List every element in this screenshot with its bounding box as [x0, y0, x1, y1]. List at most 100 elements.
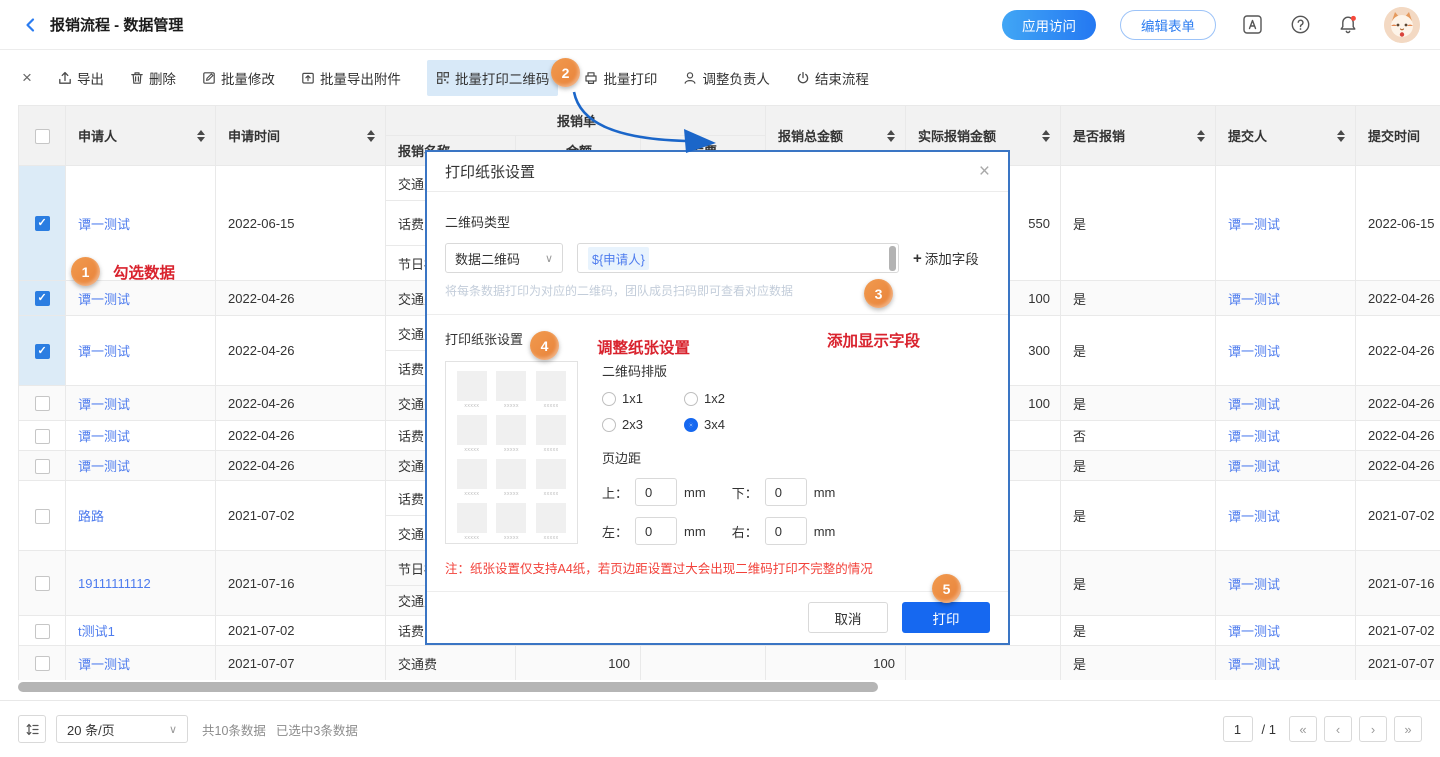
margin-top-input[interactable] [635, 478, 677, 506]
submitter-link[interactable]: 谭一测试 [1228, 577, 1280, 592]
submitter-link[interactable]: 谭一测试 [1228, 657, 1280, 672]
submitter-link[interactable]: 谭一测试 [1228, 344, 1280, 359]
submitter-link[interactable]: 谭一测试 [1228, 429, 1280, 444]
qr-type-label: 二维码类型 [445, 212, 990, 231]
print-paper-settings-dialog: 打印纸张设置 × 二维码类型 数据二维码 ∨ ${申请人} + 添加字段 将每条… [425, 150, 1010, 645]
toolbar-item-adjust-owner[interactable]: 调整负责人 [683, 68, 770, 88]
row-height-icon[interactable] [18, 715, 46, 743]
help-icon[interactable] [1288, 13, 1312, 37]
toolbar-item-batch-print-qrcode[interactable]: 批量打印二维码 [427, 60, 559, 96]
submitter-link[interactable]: 谭一测试 [1228, 292, 1280, 307]
margin-unit: mm [684, 524, 706, 539]
row-checkbox[interactable] [35, 576, 50, 591]
applicant-link[interactable]: 19111111112 [78, 576, 151, 591]
horizontal-scrollbar[interactable] [18, 682, 878, 692]
notification-bell-icon[interactable] [1336, 13, 1360, 37]
annotation-adjust-paper: 调整纸张设置 [597, 336, 690, 358]
radio-icon [684, 392, 698, 406]
radio-1x1[interactable]: 1x1 [602, 391, 654, 406]
row-checkbox[interactable] [35, 344, 50, 359]
radio-1x2[interactable]: 1x2 [684, 391, 736, 406]
applicant-link[interactable]: 谭一测试 [78, 657, 130, 672]
applicant-link[interactable]: 谭一测试 [78, 429, 130, 444]
submitter-link[interactable]: 谭一测试 [1228, 509, 1280, 524]
submitter-link[interactable]: 谭一测试 [1228, 397, 1280, 412]
add-field-button[interactable]: + 添加字段 [913, 248, 979, 268]
current-page-box[interactable]: 1 [1223, 716, 1253, 742]
col-header-submit-date[interactable]: 提交时间 [1356, 106, 1440, 166]
back-button[interactable] [20, 14, 42, 36]
toolbar-item-batch-print[interactable]: 批量打印 [584, 68, 657, 88]
last-page-button[interactable]: » [1394, 716, 1422, 742]
toolbar-item-export[interactable]: 导出 [58, 68, 104, 88]
sort-icon [1197, 130, 1205, 142]
col-header-applicant[interactable]: 申请人 [66, 106, 216, 166]
select-all-checkbox[interactable] [35, 129, 50, 144]
clear-selection-button[interactable]: × [22, 69, 32, 86]
margin-right-input[interactable] [765, 517, 807, 545]
row-checkbox[interactable] [35, 291, 50, 306]
step-badge-3: 3 [864, 279, 893, 308]
export-icon [58, 71, 72, 85]
edit-form-button[interactable]: 编辑表单 [1120, 10, 1216, 40]
row-checkbox[interactable] [35, 624, 50, 639]
field-token[interactable]: ${申请人} [588, 247, 649, 270]
step-badge-1: 1 [71, 257, 100, 286]
applicant-link[interactable]: 谭一测试 [78, 397, 130, 412]
radio-icon [602, 392, 616, 406]
margin-left-input[interactable] [635, 517, 677, 545]
page: 报销流程 - 数据管理 应用访问 编辑表单 × 导出 删除 [0, 0, 1440, 757]
sort-icon [197, 130, 205, 142]
print-button[interactable]: 打印 [902, 602, 990, 633]
toolbar-item-batch-edit[interactable]: 批量修改 [202, 68, 275, 88]
close-icon[interactable]: × [979, 162, 990, 181]
row-checkbox[interactable] [35, 429, 50, 444]
row-checkbox[interactable] [35, 509, 50, 524]
translate-icon[interactable] [1240, 13, 1264, 37]
submitter-link[interactable]: 谭一测试 [1228, 217, 1280, 232]
toolbar-item-delete[interactable]: 删除 [130, 68, 176, 88]
col-header-reimbursed[interactable]: 是否报销 [1061, 106, 1216, 166]
input-scrollbar[interactable] [889, 246, 896, 271]
row-checkbox[interactable] [35, 396, 50, 411]
top-bar: 报销流程 - 数据管理 应用访问 编辑表单 [0, 0, 1440, 50]
cancel-button[interactable]: 取消 [808, 602, 888, 633]
qr-layout-label: 二维码排版 [602, 361, 835, 380]
applicant-link[interactable]: 谭一测试 [78, 459, 130, 474]
prev-page-button[interactable]: ‹ [1324, 716, 1352, 742]
margin-bottom-input[interactable] [765, 478, 807, 506]
radio-3x4[interactable]: 3x4 [684, 417, 736, 432]
row-checkbox[interactable] [35, 656, 50, 671]
batch-action-toolbar: × 导出 删除 批量修改 批量导出附件 批量打印二维码 批量打印 调整负责人 [0, 50, 1440, 105]
applicant-link[interactable]: 路路 [78, 509, 104, 524]
margin-bottom-label: 下： [732, 483, 758, 502]
sort-icon [367, 130, 375, 142]
radio-icon [602, 418, 616, 432]
divider [427, 314, 1008, 315]
row-checkbox[interactable] [35, 459, 50, 474]
col-header-submitter[interactable]: 提交人 [1216, 106, 1356, 166]
row-checkbox[interactable] [35, 216, 50, 231]
app-access-button[interactable]: 应用访问 [1002, 10, 1096, 40]
toolbar-item-end-process[interactable]: 结束流程 [796, 68, 869, 88]
qr-type-select[interactable]: 数据二维码 ∨ [445, 243, 563, 273]
chevron-left-icon [23, 17, 39, 33]
applicant-link[interactable]: 谭一测试 [78, 292, 130, 307]
next-page-button[interactable]: › [1359, 716, 1387, 742]
user-avatar[interactable] [1384, 7, 1420, 43]
col-header-apply-date[interactable]: 申请时间 [216, 106, 386, 166]
radio-2x3[interactable]: 2x3 [602, 417, 654, 432]
col-group-expense-form: 报销单 [386, 106, 766, 136]
qr-helper-text: 将每条数据打印为对应的二维码，团队成员扫码即可查看对应数据 [445, 282, 990, 299]
applicant-link[interactable]: 谭一测试 [78, 217, 130, 232]
submitter-link[interactable]: 谭一测试 [1228, 459, 1280, 474]
step-badge-4: 4 [530, 331, 559, 360]
first-page-button[interactable]: « [1289, 716, 1317, 742]
table-summary: 共10条数据 已选中3条数据 [202, 720, 358, 739]
display-fields-input[interactable]: ${申请人} [577, 243, 899, 273]
applicant-link[interactable]: 谭一测试 [78, 344, 130, 359]
toolbar-item-batch-export-attachments[interactable]: 批量导出附件 [301, 68, 401, 88]
submitter-link[interactable]: 谭一测试 [1228, 624, 1280, 639]
applicant-link[interactable]: t测试1 [78, 624, 115, 639]
page-size-select[interactable]: 20 条/页 ∨ [56, 715, 188, 743]
